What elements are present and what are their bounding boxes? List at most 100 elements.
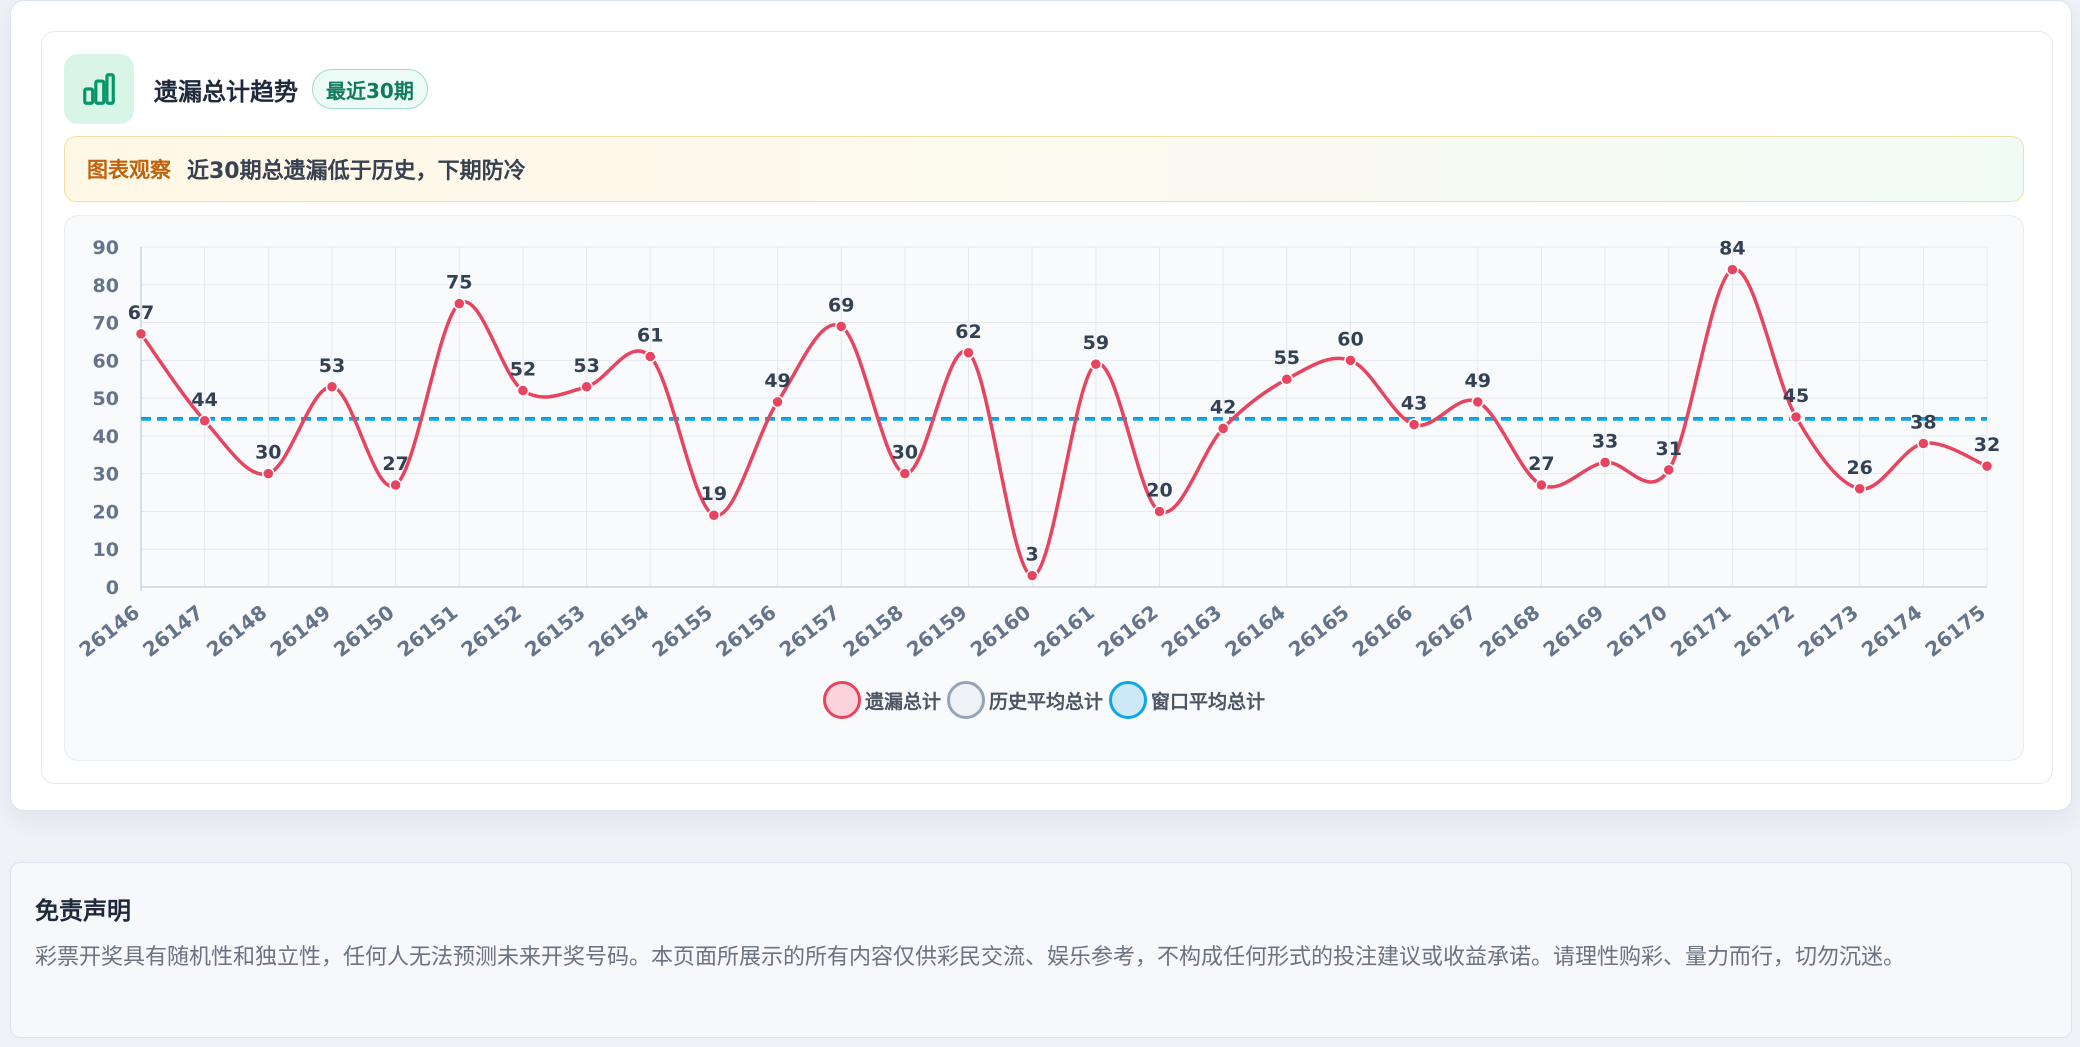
x-tick-label: 26152 (456, 600, 526, 662)
x-tick-label: 26172 (1729, 600, 1799, 662)
y-tick-label: 60 (93, 350, 119, 372)
x-tick-label: 26166 (1348, 600, 1418, 662)
x-tick-label: 26169 (1539, 600, 1609, 662)
x-tick-label: 26161 (1029, 600, 1099, 662)
x-tick-label: 26160 (966, 600, 1036, 662)
data-point (453, 297, 466, 310)
data-label: 53 (573, 355, 599, 377)
data-point (1598, 456, 1612, 469)
y-tick-label: 80 (93, 275, 119, 297)
data-point (1980, 459, 1994, 473)
x-tick-label: 26167 (1411, 600, 1481, 662)
data-point (1344, 354, 1357, 367)
data-point (1853, 482, 1866, 496)
data-point (1407, 418, 1421, 431)
insight-label: 图表观察 (87, 158, 171, 182)
y-tick-label: 10 (93, 539, 119, 561)
legend-swatch-history (946, 681, 985, 719)
x-tick-label: 26148 (202, 600, 272, 662)
x-tick-label: 26155 (647, 600, 717, 662)
trend-card: 遗漏总计趋势 最近30期 图表观察 近30期总遗漏低于历史，下期防冷 0 10 20… (10, 0, 2072, 811)
data-label: 43 (1401, 393, 1427, 415)
data-label: 3 (1026, 544, 1039, 566)
x-tick-label: 26168 (1475, 600, 1545, 662)
data-point (198, 414, 211, 428)
disclaimer-section: 免责声明 彩票开奖具有随机性和独立性，任何人无法预测未来开奖号码。本页面所展示的… (10, 862, 2072, 1038)
x-tick-label: 26162 (1093, 600, 1163, 662)
x-tick-label: 26163 (1157, 600, 1227, 662)
data-label: 84 (1719, 238, 1745, 260)
x-tick-label: 26173 (1793, 600, 1863, 662)
data-point (516, 384, 530, 397)
data-label: 20 (1146, 479, 1172, 501)
data-label: 49 (764, 370, 790, 392)
data-point (1153, 505, 1166, 518)
data-point (962, 346, 975, 360)
period-badge[interactable]: 最近30期 (312, 69, 428, 109)
x-tick-label: 26174 (1857, 600, 1927, 662)
disclaimer-title: 免责声明 (35, 897, 131, 925)
data-label: 33 (1592, 430, 1618, 452)
data-label: 42 (1210, 396, 1236, 418)
data-point (1917, 437, 1930, 450)
x-tick-label: 26154 (584, 600, 654, 662)
data-point (1726, 263, 1739, 276)
data-label: 69 (828, 294, 854, 316)
data-point (707, 508, 721, 522)
data-label: 44 (191, 389, 217, 411)
data-label: 49 (1465, 370, 1491, 392)
data-label: 59 (1083, 332, 1109, 354)
data-point (1280, 372, 1294, 386)
x-tick-label: 26156 (711, 600, 781, 662)
data-point (1471, 395, 1485, 409)
legend-item-history[interactable]: 历史平均总计 (946, 681, 1103, 719)
legend-item-main[interactable]: 遗漏总计 (822, 681, 941, 719)
data-label: 60 (1337, 328, 1363, 350)
y-tick-label: 50 (93, 388, 119, 410)
y-tick-label: 90 (93, 237, 119, 259)
data-point (580, 380, 593, 394)
line-chart: 0102030405060708090261462614726148261492… (74, 237, 2000, 662)
data-label: 38 (1910, 411, 1936, 433)
data-point (134, 327, 148, 341)
data-label: 30 (255, 442, 281, 464)
x-tick-label: 26170 (1602, 600, 1672, 662)
series-line-main (139, 267, 1988, 578)
data-point (898, 467, 912, 480)
insight-banner: 图表观察 近30期总遗漏低于历史，下期防冷 (64, 136, 2024, 202)
x-tick-label: 26171 (1666, 600, 1736, 662)
data-point (1025, 569, 1039, 582)
insight-text: 近30期总遗漏低于历史，下期防冷 (187, 159, 526, 184)
x-tick-label: 26149 (265, 600, 335, 662)
x-tick-label: 26147 (138, 600, 208, 662)
data-label: 19 (701, 483, 727, 505)
trend-inner-card: 遗漏总计趋势 最近30期 图表观察 近30期总遗漏低于历史，下期防冷 0 10 20… (41, 31, 2053, 784)
x-tick-label: 26157 (775, 600, 845, 662)
data-point (771, 395, 784, 409)
y-tick-label: 20 (93, 501, 119, 523)
data-point (1216, 422, 1230, 435)
data-label: 26 (1846, 457, 1872, 479)
x-tick-label: 26159 (902, 600, 972, 662)
legend-label-main: 遗漏总计 (864, 690, 941, 713)
data-label: 55 (1274, 347, 1300, 369)
data-point (389, 478, 402, 492)
x-tick-label: 26153 (520, 600, 590, 662)
x-tick-label: 26175 (1920, 600, 1990, 662)
legend-swatch-main (822, 681, 861, 719)
data-label: 31 (1655, 438, 1681, 460)
legend-item-window[interactable]: 窗口平均总计 (1109, 681, 1265, 719)
y-tick-label: 30 (93, 464, 119, 486)
data-label: 52 (510, 359, 536, 381)
x-tick-label: 26164 (1220, 600, 1290, 662)
data-label: 67 (128, 302, 154, 324)
data-point (1662, 463, 1675, 477)
data-label: 30 (892, 442, 918, 464)
disclaimer-text: 彩票开奖具有随机性和独立性，任何人无法预测未来开奖号码。本页面所展示的所有内容仅… (35, 945, 1906, 970)
data-label: 75 (446, 272, 472, 294)
x-tick-label: 26146 (74, 600, 144, 662)
chart-panel: 0 10 20 30 40 50 60 70 80 90 26146 26147 26148 26149 2… (64, 215, 2024, 761)
data-label: 62 (955, 321, 981, 343)
data-point (834, 320, 848, 333)
data-label: 27 (382, 453, 408, 475)
